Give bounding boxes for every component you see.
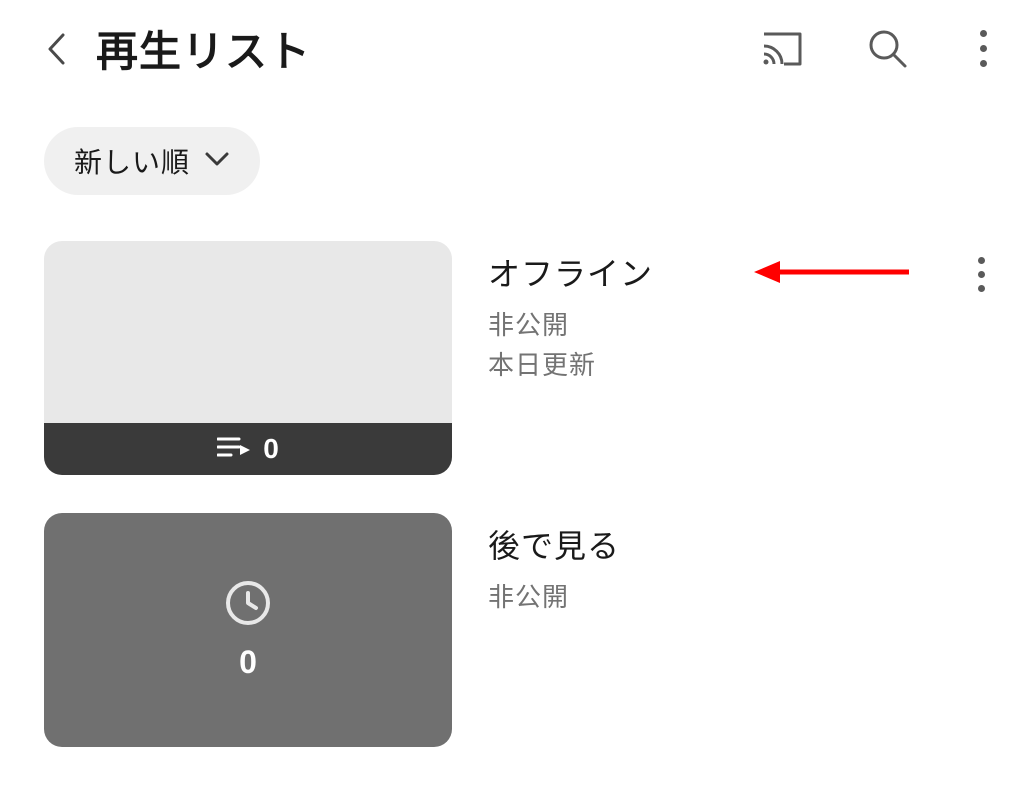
item-more-icon[interactable]	[970, 253, 993, 296]
sort-label: 新しい順	[74, 141, 190, 181]
playlist-thumbnail-offline: 0	[44, 241, 452, 475]
playlist-count: 0	[263, 433, 279, 465]
page-title: 再生リスト	[96, 18, 311, 79]
playlist-count-bar: 0	[44, 423, 452, 475]
app-header: 再生リスト	[0, 0, 1031, 97]
clock-icon	[224, 579, 272, 632]
filter-row: 新しい順	[0, 97, 1031, 209]
playlist-list: 0 オフライン 非公開 本日更新 0	[0, 209, 1031, 747]
search-icon[interactable]	[866, 27, 910, 71]
playlist-updated: 本日更新	[488, 345, 987, 385]
list-item-info: 後で見る 非公開	[488, 513, 987, 617]
back-icon[interactable]	[42, 29, 70, 69]
chevron-down-icon	[204, 151, 230, 172]
playlist-count: 0	[239, 644, 257, 681]
playlist-visibility: 非公開	[488, 305, 987, 345]
list-item[interactable]: 0 後で見る 非公開	[44, 513, 987, 747]
playlist-title: オフライン	[488, 249, 987, 295]
cast-icon[interactable]	[760, 27, 804, 71]
sort-chip[interactable]: 新しい順	[44, 127, 260, 195]
header-left: 再生リスト	[42, 18, 311, 79]
playlist-thumbnail-watch-later: 0	[44, 513, 452, 747]
list-item[interactable]: 0 オフライン 非公開 本日更新	[44, 241, 987, 475]
playlist-play-icon	[217, 436, 251, 463]
playlist-title: 後で見る	[488, 521, 987, 567]
list-item-info: オフライン 非公開 本日更新	[488, 241, 987, 386]
playlist-visibility: 非公開	[488, 577, 987, 617]
header-more-icon[interactable]	[972, 22, 995, 75]
header-right	[760, 22, 995, 75]
